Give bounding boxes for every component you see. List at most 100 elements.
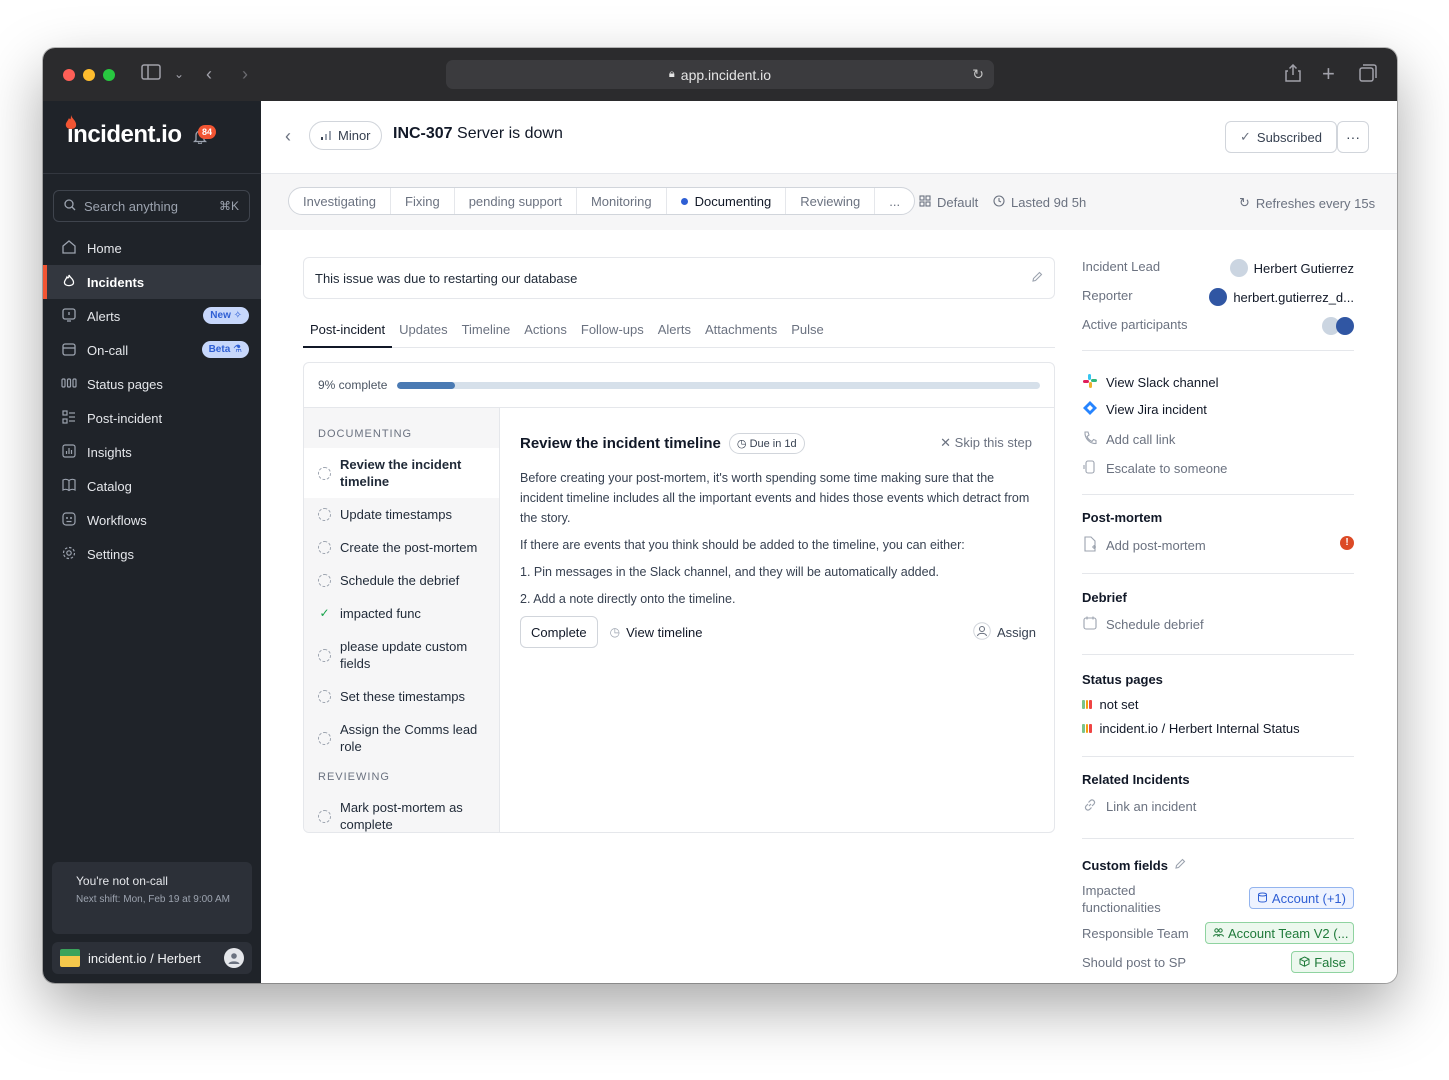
- org-switcher[interactable]: incident.io / Herbert: [52, 942, 252, 974]
- app-logo[interactable]: incident.io: [65, 115, 182, 149]
- user-avatar-icon[interactable]: [224, 948, 244, 968]
- step-item[interactable]: please update custom fields: [304, 630, 499, 680]
- clock-icon: [993, 195, 1005, 210]
- custom-field-value-badge[interactable]: Account (+1): [1248, 887, 1354, 909]
- chevron-down-icon[interactable]: ⌄: [174, 64, 184, 84]
- sidebar-item-status-pages[interactable]: Status pages: [43, 367, 261, 401]
- tab-alerts[interactable]: Alerts: [651, 319, 698, 348]
- step-item[interactable]: Mark post-mortem as complete: [304, 793, 499, 832]
- home-icon: [61, 239, 77, 257]
- custom-field-value-badge[interactable]: Account Team V2 (...: [1205, 922, 1354, 944]
- search-placeholder: Search anything: [84, 198, 178, 214]
- add-post-mortem-link[interactable]: Add post-mortem: [1082, 536, 1206, 555]
- sidebar-item-insights[interactable]: Insights: [43, 435, 261, 469]
- tab-attachments[interactable]: Attachments: [698, 319, 784, 348]
- stage-label: Investigating: [303, 193, 376, 209]
- severity-pill[interactable]: Minor: [309, 121, 382, 150]
- step-status-circle-icon: [318, 648, 331, 662]
- tab-actions[interactable]: Actions: [517, 319, 574, 348]
- stage-reviewing[interactable]: Reviewing: [786, 188, 876, 214]
- notification-count-badge: 84: [198, 125, 217, 139]
- incident-name[interactable]: Server is down: [457, 125, 563, 142]
- step-item[interactable]: ✓ impacted func: [304, 597, 499, 630]
- reload-icon[interactable]: ↻: [972, 66, 984, 83]
- status-page-item[interactable]: incident.io / Herbert Internal Status: [1082, 721, 1300, 736]
- stage-pending-support[interactable]: pending support: [455, 188, 577, 214]
- status-page-item[interactable]: not set: [1082, 697, 1139, 712]
- edit-pencil-icon[interactable]: [1174, 858, 1186, 873]
- sidebar-item-incidents[interactable]: Incidents: [43, 265, 261, 299]
- minimize-window-button[interactable]: [83, 69, 95, 81]
- escalate-link[interactable]: Escalate to someone: [1082, 459, 1227, 478]
- participants-avatars[interactable]: [1322, 317, 1354, 335]
- skip-step-button[interactable]: ✕ Skip this step: [940, 435, 1032, 451]
- oncall-icon: [61, 342, 77, 359]
- sidebar-item-post-incident[interactable]: Post-incident: [43, 401, 261, 435]
- tab-timeline[interactable]: Timeline: [455, 319, 518, 348]
- stage-investigating[interactable]: Investigating: [289, 188, 391, 214]
- sidebar-item-oncall[interactable]: On-call Beta ⚗: [43, 333, 261, 367]
- due-badge[interactable]: ◷ Due in 1d: [728, 433, 805, 454]
- sidebar-toggle-icon[interactable]: [141, 64, 161, 84]
- tab-pulse[interactable]: Pulse: [784, 319, 831, 348]
- tab-follow-ups[interactable]: Follow-ups: [574, 319, 651, 348]
- sidebar-item-catalog[interactable]: Catalog: [43, 469, 261, 503]
- view-slack-channel-link[interactable]: View Slack channel: [1082, 373, 1219, 392]
- new-tab-icon[interactable]: +: [1322, 63, 1335, 85]
- sidebar-item-workflows[interactable]: Workflows: [43, 503, 261, 537]
- status-pages-heading: Status pages: [1082, 672, 1163, 687]
- forward-nav-icon[interactable]: ›: [242, 64, 248, 84]
- check-icon: ✓: [1240, 129, 1251, 144]
- incident-lead-label: Incident Lead: [1082, 259, 1161, 274]
- add-call-link[interactable]: Add call link: [1082, 430, 1175, 449]
- subscribed-button[interactable]: ✓ Subscribed: [1225, 121, 1337, 153]
- incident-summary[interactable]: This issue was due to restarting our dat…: [303, 257, 1055, 299]
- avatar-icon: [1209, 288, 1228, 306]
- schedule-debrief-link[interactable]: Schedule debrief: [1082, 615, 1204, 634]
- sidebar-item-alerts[interactable]: Alerts New ✧: [43, 299, 261, 333]
- stage-fixing[interactable]: Fixing: [391, 188, 455, 214]
- stage-documenting[interactable]: Documenting: [667, 188, 787, 214]
- custom-field-value-badge[interactable]: False: [1291, 951, 1354, 973]
- step-item[interactable]: Update timestamps: [304, 498, 499, 531]
- zoom-window-button[interactable]: [103, 69, 115, 81]
- tab-updates[interactable]: Updates: [392, 319, 454, 348]
- complete-button[interactable]: Complete: [520, 616, 598, 648]
- step-group-reviewing: REVIEWING: [318, 771, 390, 783]
- subscribed-label: Subscribed: [1256, 129, 1322, 145]
- link-incident-link[interactable]: Link an incident: [1082, 797, 1196, 816]
- back-nav-icon[interactable]: ‹: [206, 64, 212, 84]
- step-item[interactable]: Set these timestamps: [304, 680, 499, 713]
- more-options-button[interactable]: ···: [1337, 121, 1369, 153]
- custom-fields-title: Custom fields: [1082, 858, 1168, 873]
- view-jira-incident-link[interactable]: View Jira incident: [1082, 400, 1207, 419]
- address-bar[interactable]: 🔒︎ app.incident.io ↻: [446, 60, 994, 89]
- document-add-icon: [1082, 536, 1098, 555]
- step-group-documenting: DOCUMENTING: [318, 428, 413, 440]
- assign-button[interactable]: Assign: [973, 621, 1036, 643]
- step-label: Review the incident timeline: [340, 457, 462, 489]
- tab-post-incident[interactable]: Post-incident: [303, 319, 393, 348]
- step-item[interactable]: Schedule the debrief: [304, 564, 499, 597]
- custom-field-label: Responsible Team: [1082, 926, 1189, 941]
- refresh-label: Refreshes every 15s: [1255, 195, 1376, 211]
- incident-lead-value[interactable]: Herbert Gutierrez: [1229, 259, 1354, 277]
- stage-monitoring[interactable]: Monitoring: [577, 188, 667, 214]
- step-item[interactable]: Review the incident timeline: [304, 448, 499, 498]
- sidebar-item-home[interactable]: Home: [43, 231, 261, 265]
- search-input[interactable]: Search anything ⌘K: [53, 190, 250, 222]
- share-icon[interactable]: [1285, 63, 1301, 86]
- stage-more[interactable]: ...: [875, 188, 914, 214]
- tab-overview-icon[interactable]: [1359, 64, 1377, 86]
- view-selector[interactable]: Default: [919, 195, 978, 210]
- alert-icon: [61, 307, 77, 325]
- close-window-button[interactable]: [63, 69, 75, 81]
- edit-pencil-icon[interactable]: [1031, 271, 1043, 286]
- reporter-value[interactable]: herbert.gutierrez_d...: [1209, 288, 1354, 306]
- sidebar-item-settings[interactable]: Settings: [43, 537, 261, 571]
- oncall-status-card[interactable]: You're not on-call Next shift: Mon, Feb …: [52, 862, 252, 934]
- step-item[interactable]: Assign the Comms lead role: [304, 713, 499, 763]
- view-timeline-link[interactable]: ◷ View timeline: [610, 625, 703, 640]
- step-item[interactable]: Create the post-mortem: [304, 531, 499, 564]
- back-chevron-icon[interactable]: ‹: [285, 126, 291, 147]
